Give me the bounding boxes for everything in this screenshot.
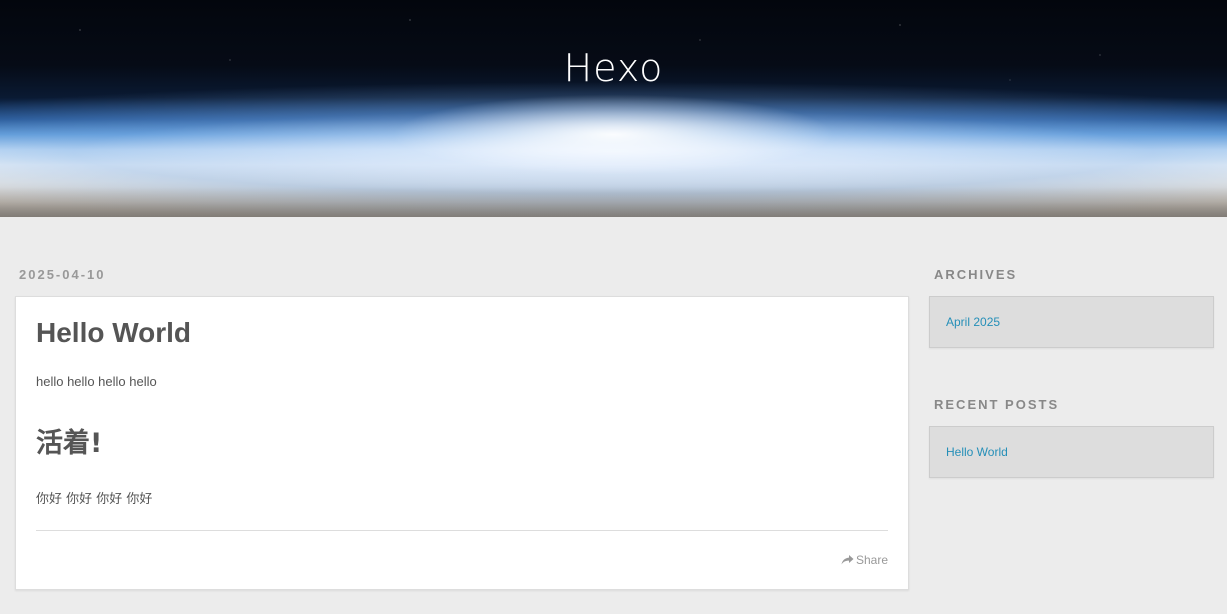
recent-posts-widget: Hello World xyxy=(929,426,1214,478)
archive-link-april-2025[interactable]: April 2025 xyxy=(946,315,1000,329)
archives-widget-title: Archives xyxy=(934,267,1018,282)
article-subheading: 活着! xyxy=(36,428,103,459)
article-date-link[interactable]: 2025-04-10 xyxy=(19,267,106,282)
share-label: Share xyxy=(855,553,888,567)
article-paragraph: 你好 你好 你好 你好 xyxy=(36,492,153,507)
header-stars-decoration xyxy=(0,0,1227,217)
archives-widget: April 2025 xyxy=(929,296,1214,348)
share-button[interactable]: Share xyxy=(841,553,888,567)
article-title-link[interactable]: Hello World xyxy=(36,317,191,349)
share-arrow-icon xyxy=(841,555,854,565)
recent-post-link-hello-world[interactable]: Hello World xyxy=(946,445,1008,459)
article-footer-divider xyxy=(36,530,888,531)
recent-posts-widget-title: Recent Posts xyxy=(934,397,1060,412)
main-content: 2025-04-10 Hello World hello hello hello… xyxy=(0,217,1227,614)
site-header-banner: Hexo xyxy=(0,0,1227,217)
site-title-link[interactable]: Hexo xyxy=(0,46,1227,90)
header-clouds-decoration xyxy=(0,187,1227,217)
article-paragraph: hello hello hello hello xyxy=(36,374,157,389)
article-card: Hello World hello hello hello hello 活着! … xyxy=(15,296,909,590)
